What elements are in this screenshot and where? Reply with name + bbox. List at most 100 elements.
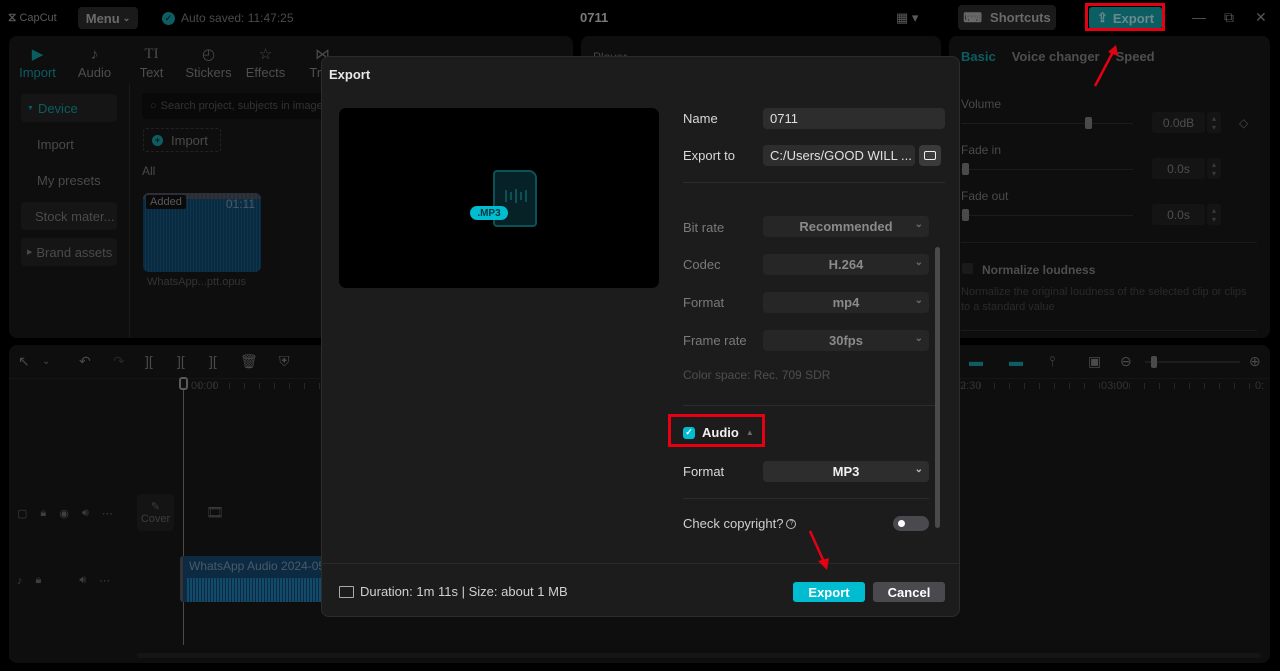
normalize-checkbox[interactable] bbox=[962, 263, 973, 274]
fade-in-stepper[interactable]: ▴ ▾ bbox=[1207, 158, 1221, 179]
chevron-down-icon[interactable]: ⌄ bbox=[42, 356, 50, 367]
divider bbox=[683, 498, 929, 499]
browse-folder-button[interactable] bbox=[919, 145, 941, 166]
title-bar: ⧖ CapCut Menu ⌄ ✓ Auto saved: 11:47:25 0… bbox=[0, 0, 1280, 36]
fade-in-slider[interactable] bbox=[961, 163, 1133, 175]
bit-rate-select[interactable]: Recommended ⌄ bbox=[763, 216, 929, 237]
zoom-in-icon[interactable]: ⊕ bbox=[1249, 353, 1261, 370]
split-screen-icon[interactable]: ⫯ bbox=[1049, 353, 1055, 370]
timeline-scrollbar[interactable] bbox=[137, 653, 1261, 658]
restore-icon[interactable]: ⧉ bbox=[1224, 9, 1234, 26]
caret-right-icon: ▶ bbox=[27, 249, 33, 256]
video-format-select[interactable]: mp4 ⌄ bbox=[763, 292, 929, 313]
tab-basic[interactable]: Basic bbox=[961, 49, 996, 64]
tab-effects[interactable]: ☆ Effects bbox=[237, 36, 294, 80]
ruler-label-end: 0: bbox=[1255, 380, 1265, 392]
shortcuts-button[interactable]: ⌨ Shortcuts bbox=[958, 5, 1056, 30]
export-path-input[interactable]: C:/Users/GOOD WILL ... bbox=[763, 145, 915, 166]
layout-icon[interactable]: ▦ ▾ bbox=[896, 10, 918, 26]
close-icon[interactable]: ✕ bbox=[1255, 9, 1267, 26]
slider-handle[interactable] bbox=[1085, 117, 1092, 129]
more-icon[interactable]: ⋯ bbox=[102, 507, 113, 520]
speaker-icon[interactable]: 🔊︎ bbox=[82, 507, 89, 520]
duration-size-text: Duration: 1m 11s | Size: about 1 MB bbox=[360, 584, 568, 599]
split-right-icon[interactable]: ][ bbox=[209, 353, 217, 369]
minimize-icon[interactable]: — bbox=[1192, 9, 1206, 25]
split-left-icon[interactable]: ][ bbox=[177, 353, 185, 369]
side-nav-my-presets[interactable]: My presets bbox=[21, 166, 117, 194]
tab-voice-changer[interactable]: Voice changer bbox=[1012, 49, 1100, 64]
toggle-knob bbox=[898, 520, 905, 527]
fade-out-slider[interactable] bbox=[961, 209, 1133, 221]
help-icon[interactable]: ? bbox=[786, 518, 797, 529]
keyframe-diamond-icon[interactable]: ◇ bbox=[1239, 116, 1248, 130]
volume-value[interactable]: 0.0dB bbox=[1152, 112, 1205, 133]
volume-slider[interactable] bbox=[961, 117, 1133, 129]
playhead-handle[interactable] bbox=[179, 377, 188, 390]
media-search-input[interactable]: ○ Search project, subjects in image bbox=[142, 93, 342, 119]
select-value: Recommended bbox=[799, 219, 893, 234]
audio-format-select[interactable]: MP3 ⌄ bbox=[763, 461, 929, 482]
volume-stepper[interactable]: ▴ ▾ bbox=[1207, 112, 1221, 133]
slider-handle[interactable] bbox=[1151, 356, 1157, 368]
side-nav-stock-material[interactable]: Stock mater... bbox=[21, 202, 117, 230]
plus-icon: + bbox=[152, 134, 163, 146]
search-icon: ○ bbox=[150, 100, 157, 112]
tab-audio[interactable]: ♪ Audio bbox=[66, 36, 123, 80]
ai-shield-icon[interactable]: ⛨ bbox=[279, 353, 290, 370]
tab-import[interactable]: ▶︎ Import bbox=[9, 36, 66, 80]
side-nav-import[interactable]: Import bbox=[21, 130, 117, 158]
media-item-thumbnail[interactable]: Added 01:11 bbox=[143, 193, 261, 272]
fade-in-value[interactable]: 0.0s bbox=[1152, 158, 1205, 179]
export-button[interactable]: Export bbox=[793, 582, 865, 602]
eye-icon[interactable]: ◉ bbox=[59, 507, 69, 520]
codec-select[interactable]: H.264 ⌄ bbox=[763, 254, 929, 275]
fade-out-stepper[interactable]: ▴ ▾ bbox=[1207, 204, 1221, 225]
redo-icon[interactable]: ↷ bbox=[113, 353, 125, 370]
frame-rate-select[interactable]: 30fps ⌄ bbox=[763, 330, 929, 351]
annotation-arrow-bottom bbox=[808, 530, 829, 570]
pencil-icon: ✎ bbox=[150, 501, 161, 513]
name-input[interactable] bbox=[763, 108, 945, 129]
audio-clip[interactable]: WhatsApp Audio 2024-05 bbox=[180, 556, 330, 602]
side-nav-brand-assets[interactable]: ▶ Brand assets bbox=[21, 238, 117, 266]
chevron-down-icon: ⌄ bbox=[914, 257, 923, 268]
copyright-toggle[interactable] bbox=[893, 516, 929, 531]
link-icon[interactable]: ▬ bbox=[1009, 353, 1023, 369]
ruler-label-start: 00:00 bbox=[191, 380, 219, 392]
split-icon[interactable]: ][ bbox=[145, 353, 153, 369]
lock-icon[interactable]: 🔒︎ bbox=[40, 507, 46, 520]
cover-button[interactable]: ✎ Cover bbox=[137, 494, 174, 531]
slider-handle[interactable] bbox=[962, 163, 969, 175]
folder-icon bbox=[924, 151, 936, 160]
frame-rate-label: Frame rate bbox=[683, 333, 747, 348]
speaker-icon[interactable]: 🔊︎ bbox=[79, 574, 86, 587]
slider-handle[interactable] bbox=[962, 209, 969, 221]
delete-icon[interactable]: 🗑︎ bbox=[240, 353, 258, 370]
autosave-text: Auto saved: 11:47:25 bbox=[181, 11, 294, 25]
cancel-button[interactable]: Cancel bbox=[873, 582, 945, 602]
side-nav-label: Device bbox=[37, 100, 78, 116]
video-format-label: Format bbox=[683, 295, 725, 310]
side-nav-device[interactable]: ▼ Device bbox=[21, 94, 117, 122]
undo-icon[interactable]: ↶ bbox=[79, 353, 91, 370]
tab-text[interactable]: TI Text bbox=[123, 36, 180, 80]
import-button[interactable]: + Import bbox=[143, 128, 221, 152]
menu-label: Menu bbox=[85, 10, 120, 26]
playhead-line[interactable] bbox=[183, 390, 184, 645]
zoom-out-icon[interactable]: ⊖ bbox=[1120, 353, 1132, 370]
lock-icon[interactable]: 🔒︎ bbox=[36, 574, 42, 587]
more-icon[interactable]: ⋯ bbox=[99, 574, 110, 587]
preview-axis-icon[interactable]: ▣ bbox=[1088, 353, 1101, 370]
fade-out-value[interactable]: 0.0s bbox=[1152, 204, 1205, 225]
tab-stickers[interactable]: ◴ Stickers bbox=[180, 36, 237, 80]
dialog-scrollbar[interactable] bbox=[935, 247, 940, 528]
tab-label: Text bbox=[139, 65, 164, 80]
annotation-highlight-box bbox=[1085, 3, 1165, 31]
timeline-zoom-slider[interactable] bbox=[1145, 356, 1240, 368]
copyright-label: Check copyright? bbox=[683, 516, 784, 531]
menu-button[interactable]: Menu ⌄ bbox=[78, 7, 138, 29]
select-cursor-icon[interactable]: ↖ bbox=[18, 353, 30, 370]
magnet-snap-icon[interactable]: ▬ bbox=[969, 353, 983, 369]
tab-speed[interactable]: Speed bbox=[1116, 49, 1155, 64]
